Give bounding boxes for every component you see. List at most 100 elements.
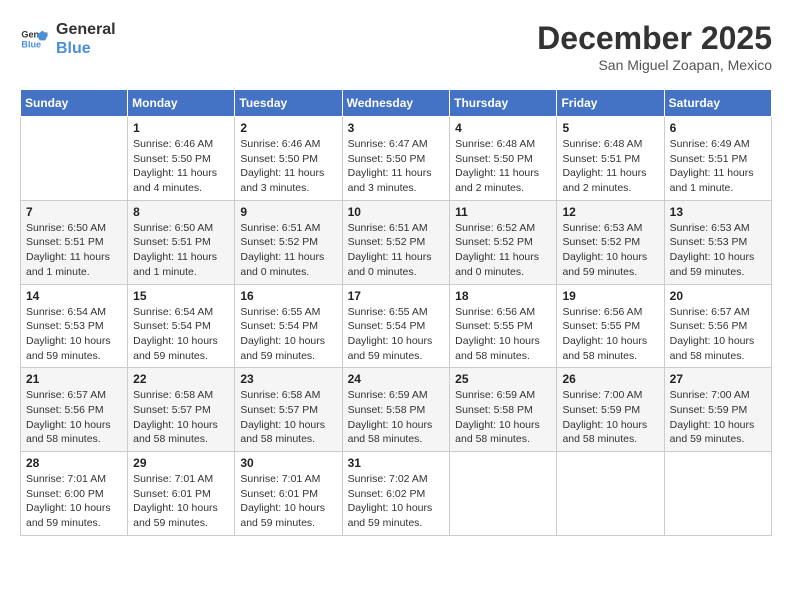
month-title: December 2025 (537, 20, 772, 57)
day-number: 21 (26, 372, 122, 386)
day-detail: Sunrise: 6:54 AMSunset: 5:54 PMDaylight:… (133, 305, 229, 364)
calendar-cell: 15 Sunrise: 6:54 AMSunset: 5:54 PMDayligh… (128, 284, 235, 368)
day-number: 16 (240, 289, 336, 303)
calendar-cell (450, 452, 557, 536)
day-number: 2 (240, 121, 336, 135)
calendar-cell: 19Sunrise: 6:56 AMSunset: 5:55 PMDayligh… (557, 284, 664, 368)
weekday-header-friday: Friday (557, 90, 664, 117)
day-detail: Sunrise: 7:00 AMSunset: 5:59 PMDaylight:… (562, 388, 658, 447)
day-number: 5 (562, 121, 658, 135)
day-number: 11 (455, 205, 551, 219)
day-number: 6 (670, 121, 766, 135)
day-detail: Sunrise: 6:46 AMSunset: 5:50 PMDaylight:… (133, 137, 229, 196)
day-number: 18 (455, 289, 551, 303)
day-detail: Sunrise: 6:59 AMSunset: 5:58 PMDaylight:… (348, 388, 445, 447)
day-number: 23 (240, 372, 336, 386)
day-detail: Sunrise: 6:51 AMSunset: 5:52 PMDaylight:… (240, 221, 336, 280)
day-number: 27 (670, 372, 766, 386)
day-detail: Sunrise: 6:55 AMSunset: 5:54 PMDaylight:… (240, 305, 336, 364)
calendar-cell: 22 Sunrise: 6:58 AMSunset: 5:57 PMDayligh… (128, 368, 235, 452)
day-detail: Sunrise: 6:58 AMSunset: 5:57 PMDaylight:… (133, 388, 229, 447)
calendar-cell: 23Sunrise: 6:58 AMSunset: 5:57 PMDayligh… (235, 368, 342, 452)
day-number: 26 (562, 372, 658, 386)
day-detail: Sunrise: 6:49 AMSunset: 5:51 PMDaylight:… (670, 137, 766, 196)
day-number: 29 (133, 456, 229, 470)
calendar-cell: 25 Sunrise: 6:59 AMSunset: 5:58 PMDayligh… (450, 368, 557, 452)
weekday-header-thursday: Thursday (450, 90, 557, 117)
calendar-cell: 6 Sunrise: 6:49 AMSunset: 5:51 PMDaylight… (664, 117, 771, 201)
day-number: 22 (133, 372, 229, 386)
day-detail: Sunrise: 6:54 AMSunset: 5:53 PMDaylight:… (26, 305, 122, 364)
calendar-cell (664, 452, 771, 536)
day-number: 4 (455, 121, 551, 135)
calendar-cell: 26 Sunrise: 7:00 AMSunset: 5:59 PMDayligh… (557, 368, 664, 452)
day-detail: Sunrise: 6:57 AMSunset: 5:56 PMDaylight:… (26, 388, 122, 447)
calendar-cell: 11 Sunrise: 6:52 AMSunset: 5:52 PMDayligh… (450, 200, 557, 284)
calendar-cell: 4 Sunrise: 6:48 AMSunset: 5:50 PMDaylight… (450, 117, 557, 201)
day-number: 10 (348, 205, 445, 219)
calendar-cell: 14 Sunrise: 6:54 AMSunset: 5:53 PMDayligh… (21, 284, 128, 368)
day-number: 9 (240, 205, 336, 219)
day-detail: Sunrise: 6:48 AMSunset: 5:51 PMDaylight:… (562, 137, 658, 196)
day-number: 7 (26, 205, 122, 219)
weekday-header-tuesday: Tuesday (235, 90, 342, 117)
day-number: 19 (562, 289, 658, 303)
weekday-header-sunday: Sunday (21, 90, 128, 117)
day-detail: Sunrise: 6:47 AMSunset: 5:50 PMDaylight:… (348, 137, 445, 196)
day-detail: Sunrise: 6:52 AMSunset: 5:52 PMDaylight:… (455, 221, 551, 280)
logo-text-general: General (56, 20, 116, 39)
calendar-cell: 7 Sunrise: 6:50 AMSunset: 5:51 PMDaylight… (21, 200, 128, 284)
logo: General Blue General Blue (20, 20, 116, 58)
calendar-week-row: 28 Sunrise: 7:01 AMSunset: 6:00 PMDayligh… (21, 452, 772, 536)
location: San Miguel Zoapan, Mexico (537, 57, 772, 73)
calendar-cell: 18 Sunrise: 6:56 AMSunset: 5:55 PMDayligh… (450, 284, 557, 368)
day-number: 15 (133, 289, 229, 303)
day-detail: Sunrise: 6:48 AMSunset: 5:50 PMDaylight:… (455, 137, 551, 196)
day-detail: Sunrise: 6:50 AMSunset: 5:51 PMDaylight:… (26, 221, 122, 280)
day-number: 25 (455, 372, 551, 386)
calendar-table: SundayMondayTuesdayWednesdayThursdayFrid… (20, 89, 772, 536)
day-detail: Sunrise: 6:56 AMSunset: 5:55 PMDaylight:… (455, 305, 551, 364)
calendar-cell (21, 117, 128, 201)
calendar-cell: 29 Sunrise: 7:01 AMSunset: 6:01 PMDayligh… (128, 452, 235, 536)
day-detail: Sunrise: 6:55 AMSunset: 5:54 PMDaylight:… (348, 305, 445, 364)
calendar-cell: 13Sunrise: 6:53 AMSunset: 5:53 PMDayligh… (664, 200, 771, 284)
day-detail: Sunrise: 7:00 AMSunset: 5:59 PMDaylight:… (670, 388, 766, 447)
day-detail: Sunrise: 7:01 AMSunset: 6:00 PMDaylight:… (26, 472, 122, 531)
calendar-cell: 3Sunrise: 6:47 AMSunset: 5:50 PMDaylight… (342, 117, 450, 201)
day-number: 24 (348, 372, 445, 386)
day-number: 28 (26, 456, 122, 470)
calendar-week-row: 7 Sunrise: 6:50 AMSunset: 5:51 PMDaylight… (21, 200, 772, 284)
calendar-cell: 12Sunrise: 6:53 AMSunset: 5:52 PMDayligh… (557, 200, 664, 284)
calendar-week-row: 21 Sunrise: 6:57 AMSunset: 5:56 PMDayligh… (21, 368, 772, 452)
calendar-cell (557, 452, 664, 536)
day-detail: Sunrise: 7:01 AMSunset: 6:01 PMDaylight:… (240, 472, 336, 531)
calendar-week-row: 1Sunrise: 6:46 AMSunset: 5:50 PMDaylight… (21, 117, 772, 201)
day-number: 31 (348, 456, 445, 470)
day-detail: Sunrise: 6:59 AMSunset: 5:58 PMDaylight:… (455, 388, 551, 447)
day-number: 17 (348, 289, 445, 303)
calendar-cell: 9 Sunrise: 6:51 AMSunset: 5:52 PMDaylight… (235, 200, 342, 284)
day-number: 14 (26, 289, 122, 303)
calendar-cell: 1Sunrise: 6:46 AMSunset: 5:50 PMDaylight… (128, 117, 235, 201)
svg-text:Blue: Blue (21, 40, 41, 50)
day-detail: Sunrise: 7:01 AMSunset: 6:01 PMDaylight:… (133, 472, 229, 531)
calendar-cell: 28 Sunrise: 7:01 AMSunset: 6:00 PMDayligh… (21, 452, 128, 536)
weekday-header-monday: Monday (128, 90, 235, 117)
title-block: December 2025 San Miguel Zoapan, Mexico (537, 20, 772, 73)
calendar-cell: 17 Sunrise: 6:55 AMSunset: 5:54 PMDayligh… (342, 284, 450, 368)
day-number: 20 (670, 289, 766, 303)
calendar-cell: 16 Sunrise: 6:55 AMSunset: 5:54 PMDayligh… (235, 284, 342, 368)
day-detail: Sunrise: 6:50 AMSunset: 5:51 PMDaylight:… (133, 221, 229, 280)
day-detail: Sunrise: 6:53 AMSunset: 5:52 PMDaylight:… (562, 221, 658, 280)
day-detail: Sunrise: 7:02 AMSunset: 6:02 PMDaylight:… (348, 472, 445, 531)
logo-text-blue: Blue (56, 39, 116, 58)
calendar-cell: 30Sunrise: 7:01 AMSunset: 6:01 PMDayligh… (235, 452, 342, 536)
calendar-cell: 8Sunrise: 6:50 AMSunset: 5:51 PMDaylight… (128, 200, 235, 284)
calendar-cell: 27 Sunrise: 7:00 AMSunset: 5:59 PMDayligh… (664, 368, 771, 452)
page-header: General Blue General Blue December 2025 … (20, 20, 772, 73)
calendar-cell: 31 Sunrise: 7:02 AMSunset: 6:02 PMDayligh… (342, 452, 450, 536)
calendar-cell: 24 Sunrise: 6:59 AMSunset: 5:58 PMDayligh… (342, 368, 450, 452)
weekday-header-saturday: Saturday (664, 90, 771, 117)
calendar-header-row: SundayMondayTuesdayWednesdayThursdayFrid… (21, 90, 772, 117)
